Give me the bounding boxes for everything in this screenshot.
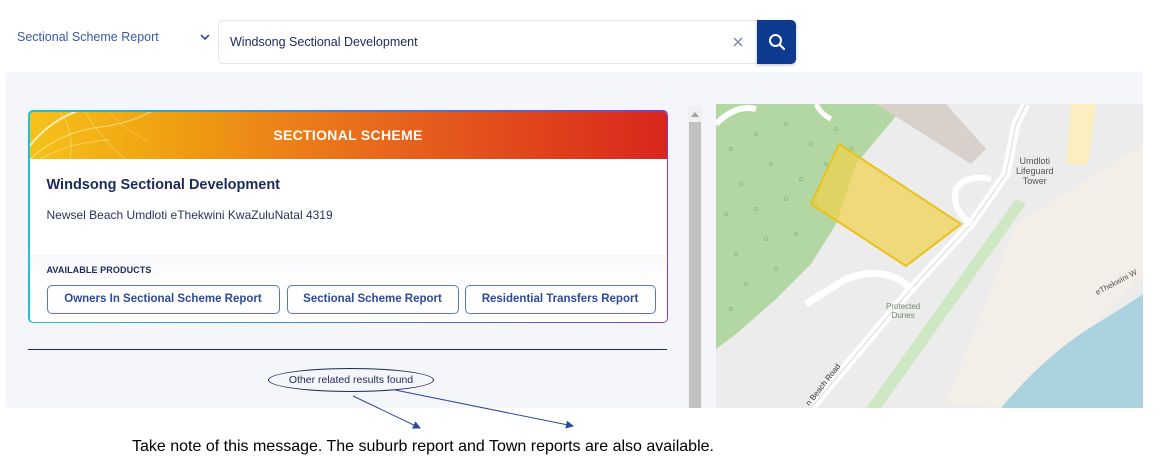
search-icon xyxy=(768,34,785,51)
chevron-down-icon xyxy=(200,34,210,41)
scheme-name: Windsong Sectional Development xyxy=(46,176,281,193)
lifeguard-tower-label: Umdloti Lifeguard Tower xyxy=(1016,156,1054,186)
report-type-dropdown[interactable]: Sectional Scheme Report xyxy=(17,27,212,47)
map[interactable]: Umdloti Lifeguard Tower Protected Dunes … xyxy=(716,104,1143,408)
related-results-text: Other related results found xyxy=(288,374,414,386)
dunes-label-line: Protected xyxy=(886,302,921,311)
lifeguard-label-line: Lifeguard xyxy=(1016,166,1054,176)
search-input[interactable]: Windsong Sectional Development xyxy=(218,20,758,64)
residential-transfers-report-button[interactable]: Residential Transfers Report xyxy=(464,284,656,314)
related-results-message[interactable]: Other related results found xyxy=(268,368,434,392)
banner-pattern xyxy=(29,111,152,159)
dunes-label-line: Dunes xyxy=(891,311,915,320)
card-banner: SECTIONAL SCHEME xyxy=(29,111,667,159)
annotation-note: Take note of this message. The suburb re… xyxy=(132,438,714,455)
result-card[interactable]: SECTIONAL SCHEME Windsong Sectional Deve… xyxy=(28,110,668,323)
scroll-up-arrow-icon[interactable] xyxy=(690,110,700,118)
sectional-scheme-report-button[interactable]: Sectional Scheme Report xyxy=(286,284,459,314)
divider xyxy=(28,349,667,350)
available-products-label: AVAILABLE PRODUCTS xyxy=(46,264,152,275)
lifeguard-label-line: Tower xyxy=(1022,176,1047,186)
scrollbar-thumb[interactable] xyxy=(689,122,701,408)
search-bar: Sectional Scheme Report Windsong Section… xyxy=(0,0,1173,70)
card-type-title: SECTIONAL SCHEME xyxy=(273,127,423,143)
protected-dunes-label: Protected Dunes xyxy=(886,302,920,320)
search-query: Windsong Sectional Development xyxy=(230,35,418,49)
report-type-selected: Sectional Scheme Report xyxy=(17,30,159,44)
products-section: AVAILABLE PRODUCTS Owners In Sectional S… xyxy=(29,254,667,322)
map-canvas xyxy=(716,104,1143,408)
search-button[interactable] xyxy=(757,20,796,64)
owners-in-sectional-scheme-report-button[interactable]: Owners In Sectional Scheme Report xyxy=(46,284,280,314)
scrollbar[interactable] xyxy=(688,106,702,408)
scheme-address: Newsel Beach Umdloti eThekwini KwaZuluNa… xyxy=(46,207,333,222)
clear-search-icon[interactable] xyxy=(723,27,753,57)
lifeguard-label-line: Umdloti xyxy=(1019,156,1051,166)
